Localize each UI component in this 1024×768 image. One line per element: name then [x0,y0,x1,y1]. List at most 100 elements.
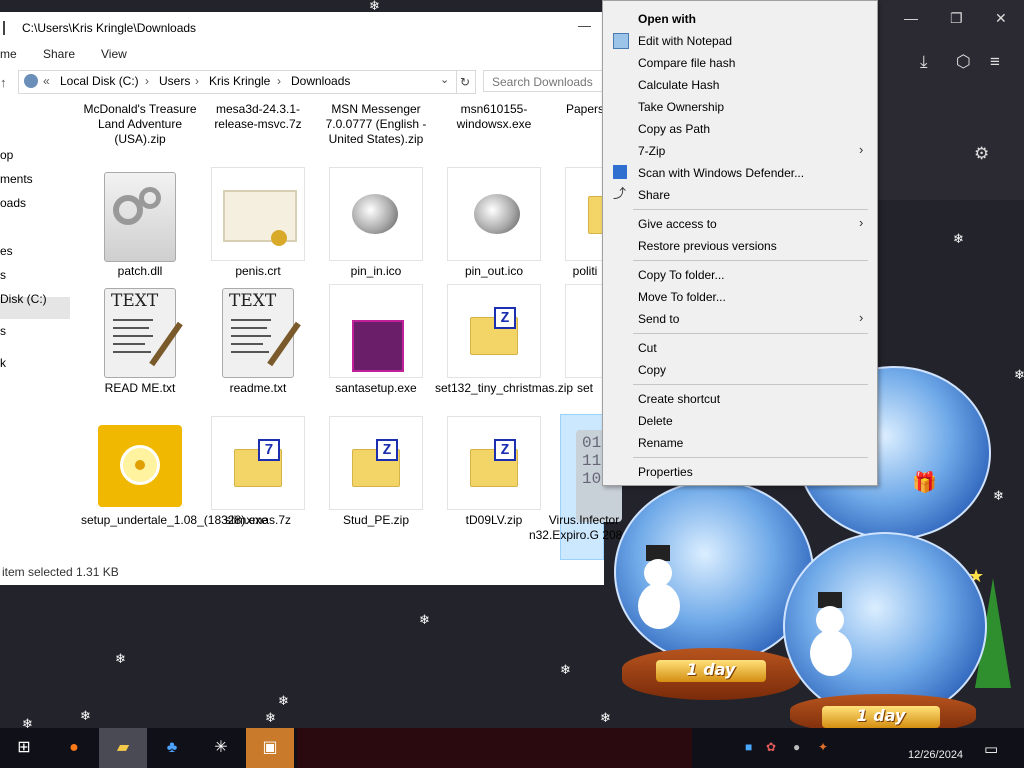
tab-view[interactable]: View [101,47,127,61]
7z-badge-icon: 7 [258,439,280,461]
gift-icon: 🎁 [912,470,937,494]
file-name[interactable]: McDonald's Treasure Land Adventure (USA)… [81,102,199,147]
taskbar-clock[interactable]: 12/26/2024 [908,749,963,761]
file-name: setup_undertale_1.08_(18328).exe [81,513,268,527]
menu-item-give-access[interactable]: Give access to [638,217,717,231]
chevron-right-icon: › [859,310,864,325]
tray-square-icon[interactable]: ■ [745,740,752,754]
chevron-right-icon[interactable]: › [195,74,199,88]
menu-item-send-to[interactable]: Send to [638,312,679,326]
days-plate-left: 1 day [656,660,766,682]
context-menu: Open with Edit with Notepad Compare file… [602,0,878,486]
menu-item-open-with[interactable]: Open with [638,12,696,26]
maximize-icon[interactable]: ❐ [950,10,963,27]
chevron-right-icon[interactable]: › [277,74,281,88]
window-title: C:\Users\Kris Kringle\Downloads [22,21,197,35]
chevron-down-icon[interactable]: ⌄ [440,73,449,86]
menu-item-copy[interactable]: Copy [638,363,666,377]
pin-icon [474,194,520,234]
menu-separator [633,260,868,261]
nav-item-pictures[interactable]: es [0,244,13,258]
menu-item-create-shortcut[interactable]: Create shortcut [638,392,720,406]
firefox-icon[interactable]: ● [50,728,98,768]
menu-item-properties[interactable]: Properties [638,465,693,479]
navigation-pane: op ments oads es s Disk (C:) s k [0,102,74,562]
chevron-right-icon: › [859,142,864,157]
menu-item-restore-versions[interactable]: Restore previous versions [638,239,777,253]
file-name: pin_in.ico [350,264,402,278]
nav-item-documents[interactable]: ments [0,172,33,186]
breadcrumb-downloads[interactable]: Downloads [291,74,350,88]
up-arrow-icon[interactable]: ↑ [0,75,7,90]
extensions-icon[interactable]: ⬡ [956,52,971,72]
menu-item-calculate-hash[interactable]: Calculate Hash [638,78,719,92]
tab-share[interactable]: Share [43,47,75,61]
tray-paint-icon[interactable]: ✿ [766,740,776,754]
file-name: Stud_PE.zip [342,513,410,527]
nav-item-libraries[interactable]: s [0,324,6,338]
menu-item-copy-to-folder[interactable]: Copy To folder... [638,268,725,282]
menu-item-take-ownership[interactable]: Take Ownership [638,100,724,114]
address-bar[interactable]: « Local Disk (C:) › Users › Kris Kringle… [18,70,457,94]
taskbar: ⊞ ● ▰ ♣ ✳ ▣ ■ ✿ ● ✦ 12/26/2024 ▭ [0,728,1024,768]
taskbar-empty-area [297,728,692,768]
minimize-icon[interactable]: — [578,18,591,33]
refresh-button[interactable]: ↻ [455,70,476,94]
nav-item-network[interactable]: k [0,356,6,370]
menu-separator [633,209,868,210]
snowflake-app-icon[interactable]: ✳ [197,728,245,768]
tab-home[interactable]: me [0,47,17,61]
gear-icon[interactable]: ⚙ [974,144,989,164]
menu-item-delete[interactable]: Delete [638,414,673,428]
download-icon[interactable]: ⤓ [920,52,928,72]
file-name: santasetup.exe [335,381,417,395]
nav-item-videos[interactable]: s [0,268,6,282]
thumbnail-frame: 7 [211,416,305,510]
menu-separator [633,457,868,458]
tray-drop-icon[interactable]: ● [793,740,800,754]
file-name[interactable]: MSN Messenger 7.0.0777 (English - United… [317,102,435,147]
chevron-right-icon[interactable]: › [145,74,149,88]
menu-item-move-to-folder[interactable]: Move To folder... [638,290,726,304]
breadcrumb-users[interactable]: Users [159,74,190,88]
menu-item-7zip[interactable]: 7-Zip [638,144,665,158]
thumbnail-frame [329,167,423,261]
menu-item-scan-defender[interactable]: Scan with Windows Defender... [638,166,804,180]
minimize-icon[interactable]: — [904,10,918,26]
nav-item-desktop[interactable]: op [0,148,13,162]
thumbnail-frame: Z [329,416,423,510]
status-bar: item selected 1.31 KB [0,565,119,579]
thumbnail-frame [447,167,541,261]
breadcrumb-user[interactable]: Kris Kringle [209,74,270,88]
chevron-left-icon[interactable]: « [43,74,50,88]
breadcrumb-local-disk[interactable]: Local Disk (C:) [60,74,139,88]
title-bar: C:\Users\Kris Kringle\Downloads — [0,12,604,42]
notification-icon[interactable]: ▭ [984,740,998,758]
windows-start-icon[interactable]: ⊞ [0,728,48,768]
search-input[interactable]: Search Downloads [483,70,604,92]
file-name: readme.txt [229,381,287,395]
menu-icon[interactable]: ≡ [990,52,1000,72]
menu-item-copy-as-path[interactable]: Copy as Path [638,122,710,136]
browser-window: — ❐ ✕ ⤓ ⬡ ≡ ⚙ [878,0,1024,200]
text-document-icon: TEXT [104,288,183,378]
menu-separator [633,333,868,334]
messenger-icon[interactable]: ♣ [148,728,196,768]
text-document-icon: TEXT [222,288,301,378]
tray-flame-icon[interactable]: ✦ [818,740,828,754]
file-name[interactable]: mesa3d-24.3.1-release-msvc.7z [199,102,317,132]
file-name: penis.crt [235,264,281,278]
menu-item-compare-hash[interactable]: Compare file hash [638,56,735,70]
nav-item-downloads[interactable]: oads [0,196,26,210]
file-explorer-icon[interactable]: ▰ [99,728,147,768]
certificate-icon [223,190,297,246]
close-icon[interactable]: ✕ [995,10,1007,27]
menu-item-cut[interactable]: Cut [638,341,657,355]
menu-item-share[interactable]: Share [638,188,670,202]
nav-item-local-disk[interactable]: Disk (C:) [0,292,47,306]
disc-icon [98,425,182,507]
drive-icon [24,74,38,88]
menu-item-rename[interactable]: Rename [638,436,683,450]
snow-globe-app-icon[interactable]: ▣ [246,728,294,768]
menu-item-edit-notepad[interactable]: Edit with Notepad [638,34,732,48]
